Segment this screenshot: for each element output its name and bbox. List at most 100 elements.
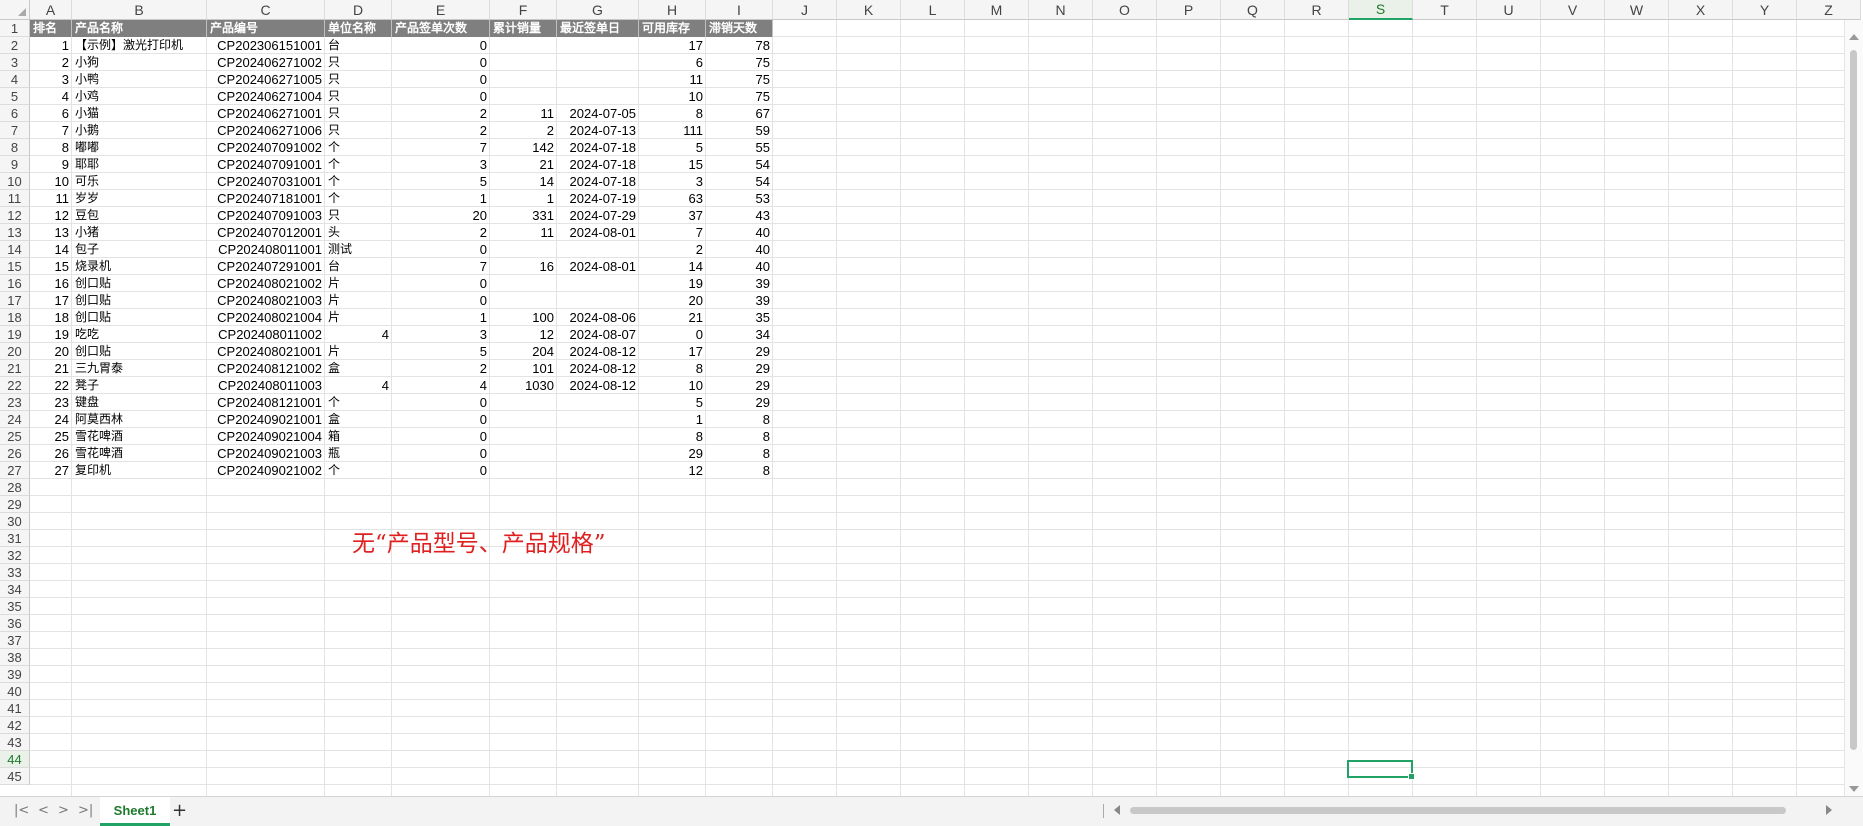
row-header-2[interactable]: 2 — [0, 37, 30, 54]
total-sales-cell: 16 — [539, 259, 554, 274]
row-header-17[interactable]: 17 — [0, 292, 30, 309]
prev-sheet-icon[interactable]: < — [38, 803, 49, 818]
row-header-7[interactable]: 7 — [0, 122, 30, 139]
row-header-31[interactable]: 31 — [0, 530, 30, 547]
row-header-3[interactable]: 3 — [0, 54, 30, 71]
last-sheet-icon[interactable]: >| — [78, 803, 93, 818]
row-header-44[interactable]: 44 — [0, 751, 30, 768]
column-header-j[interactable]: J — [773, 0, 837, 20]
row-header-21[interactable]: 21 — [0, 360, 30, 377]
product-name-cell: 豆包 — [75, 208, 100, 222]
row-header-27[interactable]: 27 — [0, 462, 30, 479]
row-header-26[interactable]: 26 — [0, 445, 30, 462]
row-header-23[interactable]: 23 — [0, 394, 30, 411]
row-header-22[interactable]: 22 — [0, 377, 30, 394]
column-header-q[interactable]: Q — [1221, 0, 1285, 20]
row-header-28[interactable]: 28 — [0, 479, 30, 496]
column-header-w[interactable]: W — [1605, 0, 1669, 20]
row-header-35[interactable]: 35 — [0, 598, 30, 615]
row-header-39[interactable]: 39 — [0, 666, 30, 683]
column-header-n[interactable]: N — [1029, 0, 1093, 20]
column-header-d[interactable]: D — [325, 0, 392, 20]
row-header-10[interactable]: 10 — [0, 173, 30, 190]
column-header-g[interactable]: G — [557, 0, 639, 20]
row-header-1[interactable]: 1 — [0, 20, 30, 37]
row-header-15[interactable]: 15 — [0, 258, 30, 275]
column-header-p[interactable]: P — [1157, 0, 1221, 20]
scroll-down-icon[interactable] — [1849, 786, 1859, 792]
column-header-e[interactable]: E — [392, 0, 490, 20]
next-sheet-icon[interactable]: > — [58, 803, 69, 818]
column-header-x[interactable]: X — [1669, 0, 1733, 20]
row-header-14[interactable]: 14 — [0, 241, 30, 258]
first-sheet-icon[interactable]: |< — [14, 803, 29, 818]
row-header-8[interactable]: 8 — [0, 139, 30, 156]
column-header-m[interactable]: M — [965, 0, 1029, 20]
column-header-f[interactable]: F — [490, 0, 557, 20]
vertical-scroll-thumb[interactable] — [1850, 50, 1857, 750]
unit-cell: 测试 — [328, 242, 353, 256]
horizontal-scroll-thumb[interactable] — [1130, 807, 1786, 814]
available-stock-cell: 29 — [688, 446, 703, 461]
row-header-30[interactable]: 30 — [0, 513, 30, 530]
unsold-days-cell: 29 — [755, 361, 770, 376]
row-header-5[interactable]: 5 — [0, 88, 30, 105]
vertical-scrollbar[interactable] — [1844, 20, 1863, 796]
row-header-29[interactable]: 29 — [0, 496, 30, 513]
row-header-32[interactable]: 32 — [0, 547, 30, 564]
row-header-12[interactable]: 12 — [0, 207, 30, 224]
row-header-20[interactable]: 20 — [0, 343, 30, 360]
add-sheet-icon[interactable]: + — [172, 800, 187, 821]
row-header-41[interactable]: 41 — [0, 700, 30, 717]
row-header-45[interactable]: 45 — [0, 768, 30, 785]
row-header-42[interactable]: 42 — [0, 717, 30, 734]
column-header-u[interactable]: U — [1477, 0, 1541, 20]
row-header-36[interactable]: 36 — [0, 615, 30, 632]
column-header-l[interactable]: L — [901, 0, 965, 20]
row-header-24[interactable]: 24 — [0, 411, 30, 428]
scroll-up-icon[interactable] — [1849, 34, 1859, 40]
row-header-40[interactable]: 40 — [0, 683, 30, 700]
scroll-right-icon[interactable] — [1826, 805, 1832, 815]
row-header-13[interactable]: 13 — [0, 224, 30, 241]
row-header-33[interactable]: 33 — [0, 564, 30, 581]
select-all-corner[interactable] — [0, 0, 30, 20]
column-header-c[interactable]: C — [207, 0, 325, 20]
column-header-z[interactable]: Z — [1797, 0, 1861, 20]
column-header-y[interactable]: Y — [1733, 0, 1797, 20]
column-header-v[interactable]: V — [1541, 0, 1605, 20]
row-header-25[interactable]: 25 — [0, 428, 30, 445]
column-header-b[interactable]: B — [72, 0, 207, 20]
column-header-o[interactable]: O — [1093, 0, 1157, 20]
row-header-38[interactable]: 38 — [0, 649, 30, 666]
sign-count-cell: 3 — [479, 327, 487, 342]
row-header-16[interactable]: 16 — [0, 275, 30, 292]
row-header-19[interactable]: 19 — [0, 326, 30, 343]
row-header-43[interactable]: 43 — [0, 734, 30, 751]
column-header-s[interactable]: S — [1349, 0, 1413, 20]
active-cell-selection[interactable] — [1347, 760, 1415, 780]
available-stock-cell: 7 — [695, 225, 703, 240]
scroll-divider[interactable] — [1103, 804, 1104, 818]
rank-cell: 27 — [54, 463, 69, 478]
row-header-34[interactable]: 34 — [0, 581, 30, 598]
unit-cell: 只 — [328, 123, 341, 137]
row-header-9[interactable]: 9 — [0, 156, 30, 173]
row-header-4[interactable]: 4 — [0, 71, 30, 88]
column-header-k[interactable]: K — [837, 0, 901, 20]
row-header-18[interactable]: 18 — [0, 309, 30, 326]
last-sign-date-cell: 2024-07-13 — [569, 123, 637, 138]
column-header-a[interactable]: A — [30, 0, 72, 20]
row-header-37[interactable]: 37 — [0, 632, 30, 649]
column-header-i[interactable]: I — [706, 0, 773, 20]
unsold-days-cell: 40 — [755, 225, 770, 240]
product-code-cell: CP202406271001 — [217, 106, 322, 121]
scroll-left-icon[interactable] — [1114, 805, 1120, 815]
column-header-t[interactable]: T — [1413, 0, 1477, 20]
sheet-tab-sheet1[interactable]: Sheet1 — [100, 797, 170, 826]
column-header-r[interactable]: R — [1285, 0, 1349, 20]
row-header-11[interactable]: 11 — [0, 190, 30, 207]
column-header-h[interactable]: H — [639, 0, 706, 20]
spreadsheet-grid[interactable]: ABCDEFGHIJKLMNOPQRSTUVWXYZ 1 2 3 4 5 6 7 8 9 10 11… — [0, 0, 1863, 796]
row-header-6[interactable]: 6 — [0, 105, 30, 122]
